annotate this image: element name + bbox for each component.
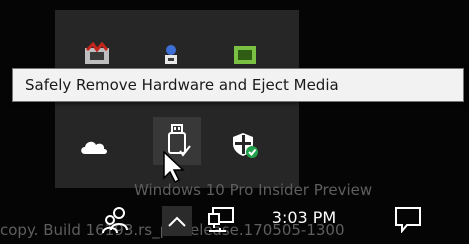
windows-defender-shield-icon[interactable] — [227, 127, 263, 163]
action-center-button[interactable] — [390, 202, 426, 236]
chevron-up-icon — [168, 216, 186, 227]
taskbar: 3:03 PM — [0, 194, 469, 244]
media-app-icon[interactable] — [79, 36, 115, 72]
notification-icon — [395, 207, 421, 233]
network-button[interactable] — [204, 204, 238, 236]
show-hidden-icons-button[interactable] — [162, 206, 192, 236]
mouse-pointer-icon — [163, 150, 185, 184]
taskbar-clock[interactable]: 3:03 PM — [261, 206, 347, 230]
safely-remove-hardware-tooltip: Safely Remove Hardware and Eject Media — [12, 68, 464, 102]
people-button[interactable] — [98, 204, 132, 236]
graphics-card-icon[interactable] — [227, 36, 263, 72]
people-icon — [102, 207, 128, 234]
ethernet-network-icon — [208, 207, 234, 232]
onedrive-cloud-icon[interactable] — [76, 129, 112, 165]
network-vpn-icon[interactable] — [153, 36, 189, 72]
